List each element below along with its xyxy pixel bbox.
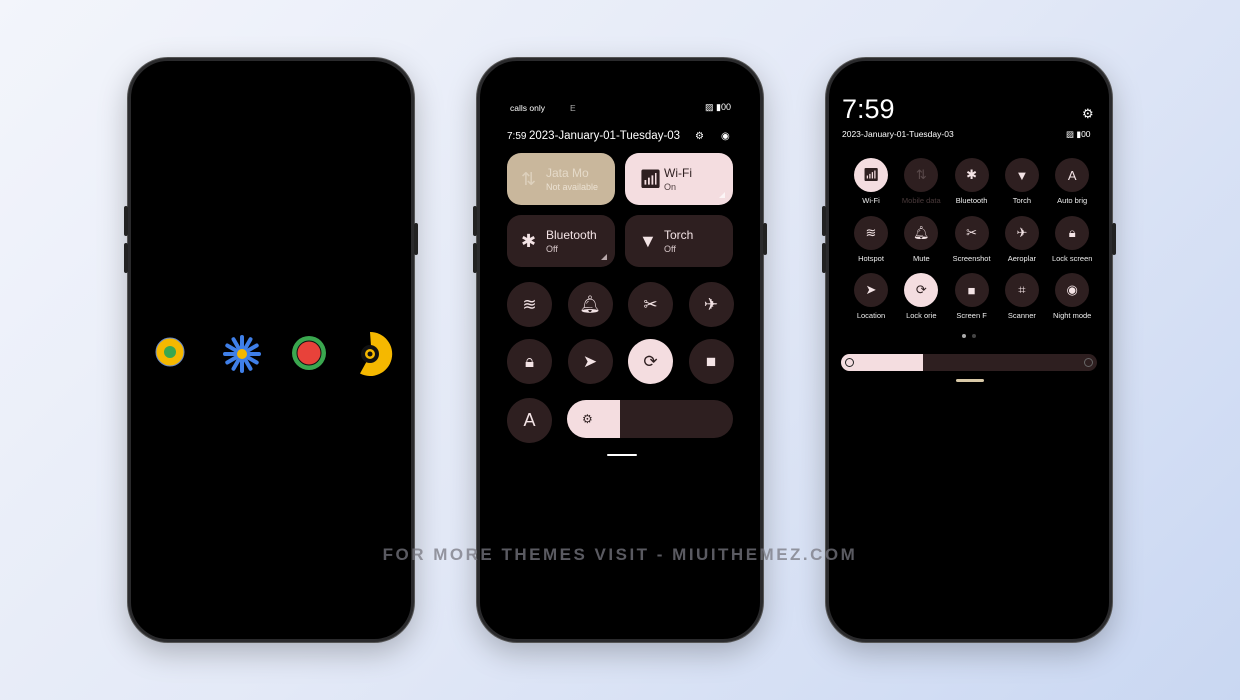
toggle-label: Night mode (1053, 311, 1092, 320)
rotation-lock-toggle[interactable]: ⟳ (628, 339, 673, 384)
tile-wifi[interactable]: 📶︎ Wi-Fi On (625, 153, 733, 205)
date: 2023-January-01-Tuesday-03 (842, 129, 954, 139)
expand-icon[interactable] (719, 192, 725, 198)
page-dot[interactable] (972, 334, 976, 338)
toggle-label: Lock orie (906, 311, 937, 320)
status-carrier: calls only (510, 103, 545, 113)
wifi-icon: 📶︎ (862, 167, 880, 182)
status-network: E (570, 103, 576, 113)
rotation-lock-icon: ⟳ (915, 282, 927, 297)
hotspot-toggle[interactable]: ≋ (507, 282, 552, 327)
record-icon[interactable] (291, 335, 327, 371)
toggle-label: Auto brig (1057, 196, 1088, 205)
mobile-data-icon: ⇅ (915, 167, 927, 182)
auto-brightness-icon: A (1067, 167, 1077, 183)
scanner-icon: ⌗ (1018, 282, 1026, 297)
video-icon: ■ (705, 351, 717, 371)
sun-icon: ⚙ (567, 400, 621, 438)
screenshot-icon: ✂ (966, 224, 978, 240)
tile-torch[interactable]: ▼ Torch Off (625, 215, 733, 267)
scanner-toggle[interactable]: ⌗ (1004, 273, 1039, 307)
toggle-label: Aeroplar (1007, 253, 1037, 263)
location-icon: ➤ (582, 351, 598, 371)
bell-icon: 🔔︎ (579, 294, 601, 314)
eye-toggle[interactable]: ◉ (1055, 273, 1090, 307)
watermark: FOR MORE THEMES VISIT - MIUITHEMEZ.COM (382, 545, 858, 564)
lock-icon: 🔒︎ (1068, 224, 1076, 240)
home-indicator[interactable] (956, 379, 984, 382)
rotation-lock-toggle[interactable]: ⟳ (904, 273, 939, 307)
settings-icon[interactable]: ⚙ (695, 131, 704, 142)
battery-icon: ▨ ▮00 (705, 102, 731, 112)
airplane-toggle[interactable]: ✈ (1004, 215, 1039, 250)
tile-bluetooth[interactable]: ✱ Bluetooth Off (507, 215, 615, 267)
page-dot-active[interactable] (962, 334, 966, 338)
wifi-icon: 📶︎ (639, 169, 662, 189)
toggle-label: Bluetooth (955, 196, 988, 205)
hotspot-icon: ≋ (522, 294, 537, 314)
lock-toggle[interactable]: 🔒︎ (507, 339, 552, 384)
hotspot-toggle[interactable]: ≋ (854, 215, 888, 250)
bell-icon: 🔔︎ (913, 224, 930, 240)
airplane-icon: ✈ (1016, 224, 1028, 240)
eye-icon: ◉ (1066, 282, 1078, 297)
screenshot-toggle[interactable]: ✂ (954, 215, 989, 250)
video-toggle[interactable]: ■ (688, 339, 734, 384)
expand-icon[interactable] (601, 254, 607, 260)
airplane-icon: ✈ (703, 294, 719, 314)
toggle-label: Mobile data (901, 196, 941, 205)
toggle-label: Hotspot (858, 253, 884, 263)
rotation-lock-icon: ⟳ (643, 351, 658, 371)
bell-toggle[interactable]: 🔔︎ (567, 282, 613, 327)
mobile-data-icon: ⇅ (521, 169, 537, 189)
toggle-label: Wi-Fi (862, 196, 880, 205)
flower-icon[interactable] (223, 335, 261, 373)
user-icon[interactable]: ◉ (721, 131, 730, 142)
brightness-slider[interactable]: ⚙ (567, 400, 733, 438)
toggle-label: Screen F (956, 311, 987, 320)
max-brightness-icon (1084, 358, 1093, 367)
torch-icon: ▼ (639, 231, 657, 251)
toggle-label: Lock screen (1051, 253, 1093, 263)
wifi-toggle[interactable]: 📶︎ (854, 158, 888, 192)
torch-toggle[interactable]: ▼ (1004, 158, 1039, 192)
location-icon: ➤ (865, 282, 877, 297)
toggle-label: Location (856, 311, 886, 320)
toggle-label: Mute (912, 253, 930, 263)
home-indicator[interactable] (607, 454, 637, 456)
lock-icon: 🔒︎ (524, 351, 535, 371)
brightness-slider[interactable] (841, 354, 1097, 371)
auto-brightness-button[interactable]: A (507, 398, 552, 443)
lock-toggle[interactable]: 🔒︎ (1055, 215, 1090, 250)
toggle-label: Torch (1012, 196, 1032, 205)
tile-mobile-data[interactable]: ⇅ Jata Mo Not available (507, 153, 615, 205)
auto-brightness-toggle[interactable]: A (1055, 158, 1090, 192)
airplane-toggle[interactable]: ✈ (688, 282, 734, 327)
bluetooth-icon: ✱ (521, 231, 537, 251)
mobile-data-toggle[interactable]: ⇅ (904, 158, 939, 192)
sun-icon (845, 358, 854, 367)
location-toggle[interactable]: ➤ (567, 339, 613, 384)
dot-circle-icon[interactable] (155, 337, 185, 367)
toggle-label: Scanner (1007, 311, 1036, 320)
torch-icon: ▼ (1015, 167, 1029, 183)
toggle-label: Screenshot (952, 253, 991, 263)
video-icon: ■ (967, 282, 976, 298)
clock: 7:59 (507, 131, 527, 142)
bluetooth-icon: ✱ (966, 167, 978, 182)
location-toggle[interactable]: ➤ (854, 273, 888, 307)
bell-toggle[interactable]: 🔔︎ (904, 215, 939, 250)
video-toggle[interactable]: ■ (954, 273, 989, 307)
camera-lens-icon[interactable] (347, 331, 393, 377)
date: 2023-January-01-Tuesday-03 (529, 130, 681, 142)
screenshot-icon: ✂ (643, 294, 658, 314)
screenshot-toggle[interactable]: ✂ (628, 282, 673, 327)
clock: 7:59 (842, 94, 895, 124)
battery-icon: ▨ ▮00 (1066, 129, 1091, 139)
settings-icon[interactable]: ⚙ (1082, 106, 1094, 122)
bluetooth-toggle[interactable]: ✱ (954, 158, 989, 192)
hotspot-icon: ≋ (865, 224, 877, 240)
